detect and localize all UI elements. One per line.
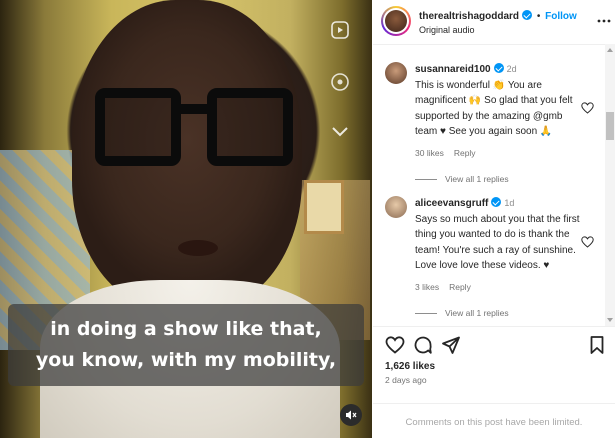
comment-username[interactable]: aliceevansgruff [415,198,488,209]
comment-time: 1d [504,198,515,208]
comment-meta: 30 likes Reply [415,146,583,162]
post-panel: therealtrishagoddard • Follow Original a… [373,0,615,438]
comment-text: Says so much about you that the first th… [415,213,580,272]
reply-button[interactable]: Reply [454,148,476,158]
audio-disc-icon[interactable] [328,70,352,94]
verified-badge-icon [491,197,502,207]
wall-picture [304,180,344,234]
view-replies-link[interactable]: View all 1 replies [415,174,509,184]
lens-right [207,88,293,166]
like-comment-heart-icon[interactable] [581,102,594,114]
speaker-muted-icon [346,410,357,420]
follow-button[interactable]: Follow [545,11,577,22]
caption-line-1: in doing a show like that, [50,318,322,340]
view-replies-link[interactable]: View all 1 replies [415,308,509,318]
comment-body: aliceevansgruff 1d Says so much about you… [415,196,583,295]
scroll-down-arrow-icon[interactable] [605,316,615,324]
mute-button[interactable] [340,404,362,426]
author-avatar[interactable] [381,6,411,36]
share-paper-plane-icon[interactable] [441,335,461,355]
video-caption: in doing a show like that, you know, wit… [8,304,364,386]
lens-left [95,88,181,166]
likes-count[interactable]: 1,626 likes [385,361,435,372]
save-bookmark-icon[interactable] [587,335,607,355]
caption-line-2: you know, with my mobility, [35,349,337,371]
mouth [178,240,218,256]
verified-badge-icon [522,10,533,20]
glasses [95,88,295,178]
comment-time: 2d [506,64,517,74]
comment-likes[interactable]: 3 likes [415,282,439,292]
author-row: therealtrishagoddard • Follow [419,10,577,22]
reel-video[interactable]: in doing a show like that, you know, wit… [0,0,372,438]
reply-button[interactable]: Reply [449,282,471,292]
post-header: therealtrishagoddard • Follow Original a… [373,0,615,45]
comments-scrollbar[interactable] [605,44,615,326]
audio-label[interactable]: Original audio [419,25,475,35]
like-heart-icon[interactable] [385,335,405,355]
like-comment-heart-icon[interactable] [581,236,594,248]
verified-badge-icon [493,63,504,73]
post-timestamp: 2 days ago [385,375,427,385]
separator-dot: • [536,11,541,22]
comment-likes[interactable]: 30 likes [415,148,444,158]
reels-icon[interactable] [328,18,352,42]
glasses-bridge [179,104,209,114]
post-actions: 1,626 likes 2 days ago Comments on this … [373,326,615,437]
comment-username[interactable]: susannareid100 [415,64,491,75]
chevron-down-icon[interactable] [328,120,352,144]
author-username[interactable]: therealtrishagoddard [419,11,519,22]
more-options-icon[interactable] [597,14,611,28]
commenter-avatar[interactable] [385,196,407,218]
comment-text: This is wonderful 👏 You are magnificent … [415,79,573,138]
scroll-up-arrow-icon[interactable] [605,46,615,54]
commenter-avatar[interactable] [385,62,407,84]
comment-body: susannareid100 2d This is wonderful 👏 You… [415,62,583,161]
comment-bubble-icon[interactable] [413,335,433,355]
scrollbar-thumb[interactable] [606,112,614,140]
divider [373,403,615,404]
comments-limited-notice: Comments on this post have been limited. [405,417,583,428]
comment-meta: 3 likes Reply [415,280,583,296]
